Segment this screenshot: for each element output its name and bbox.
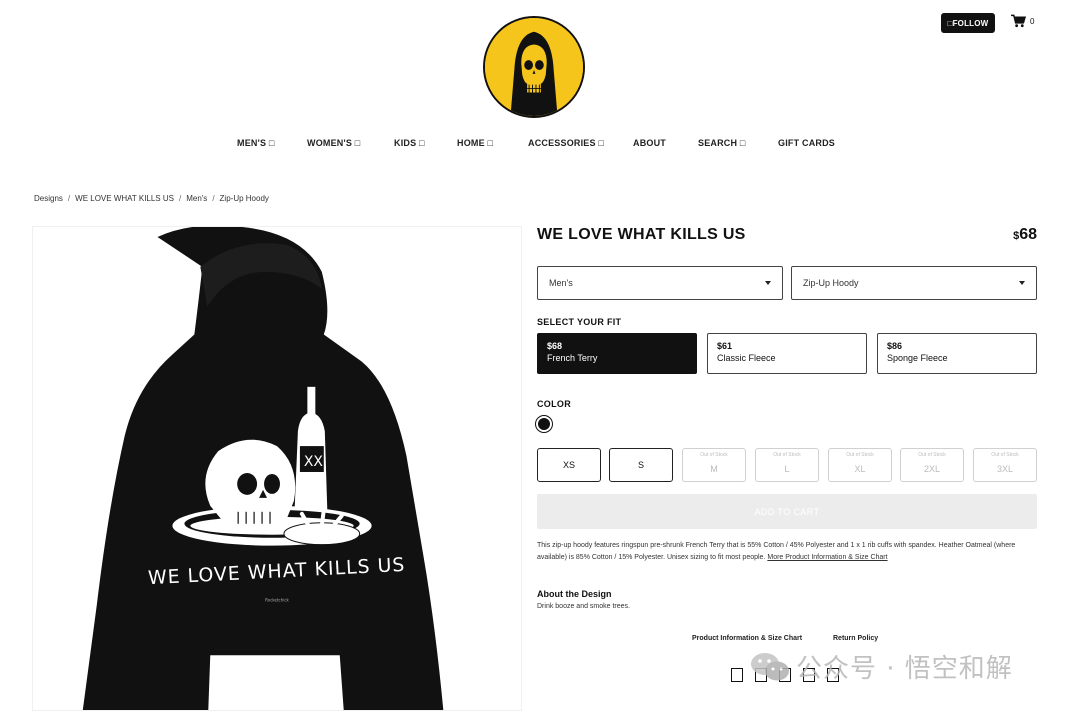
skull-reaper-logo-icon bbox=[485, 18, 583, 116]
breadcrumb: Designs / WE LOVE WHAT KILLS US / Men's / Zip-… bbox=[34, 194, 269, 203]
size-xs[interactable]: XS bbox=[537, 448, 601, 482]
fit-label: SELECT YOUR FIT bbox=[537, 317, 622, 327]
breadcrumb-separator: / bbox=[212, 194, 215, 203]
out-of-stock-label: Out of Stock bbox=[773, 452, 801, 458]
add-to-cart-button[interactable]: ADD TO CART bbox=[537, 494, 1037, 529]
fit-name: Sponge Fleece bbox=[887, 353, 948, 363]
nav-about[interactable]: ABOUT bbox=[633, 138, 666, 148]
size-label: S bbox=[637, 460, 644, 470]
fit-price: $68 bbox=[547, 341, 563, 351]
about-design-text: Drink booze and smoke trees. bbox=[537, 603, 630, 610]
nav-home[interactable]: HOME □ bbox=[457, 138, 493, 148]
wechat-icon bbox=[751, 652, 789, 680]
svg-text:XX: XX bbox=[304, 454, 324, 470]
cart-count: 0 bbox=[1030, 16, 1035, 26]
style-select-value: Zip-Up Hoody bbox=[803, 278, 859, 288]
cart-button[interactable]: 0 bbox=[1011, 14, 1034, 28]
breadcrumb-mens[interactable]: Men's bbox=[186, 194, 207, 203]
size-m[interactable]: Out of Stock M bbox=[682, 448, 746, 482]
fit-option-sponge-fleece[interactable]: $86 Sponge Fleece bbox=[877, 333, 1037, 374]
about-design-title: About the Design bbox=[537, 589, 612, 599]
out-of-stock-label: Out of Stock bbox=[918, 452, 946, 458]
breadcrumb-zip-up-hoody: Zip-Up Hoody bbox=[219, 194, 269, 203]
caret-down-icon bbox=[1019, 281, 1025, 285]
style-select[interactable]: Zip-Up Hoody bbox=[791, 266, 1037, 300]
breadcrumb-separator: / bbox=[67, 194, 71, 203]
breadcrumb-separator: / bbox=[178, 194, 182, 203]
fit-option-french-terry[interactable]: $68 French Terry bbox=[537, 333, 697, 374]
fit-price: $86 bbox=[887, 341, 903, 351]
fit-price: $61 bbox=[717, 341, 733, 351]
nav-search[interactable]: SEARCH □ bbox=[698, 138, 746, 148]
fit-name: French Terry bbox=[547, 353, 598, 363]
product-price: $68 bbox=[1013, 226, 1037, 244]
social-icon[interactable] bbox=[731, 668, 743, 682]
color-label: COLOR bbox=[537, 399, 571, 409]
size-2xl[interactable]: Out of Stock 2XL bbox=[900, 448, 964, 482]
size-xl[interactable]: Out of Stock XL bbox=[828, 448, 892, 482]
size-label: L bbox=[784, 464, 790, 474]
size-label: 3XL bbox=[996, 464, 1013, 474]
product-description: This zip-up hoody features ringspun pre-… bbox=[537, 540, 1037, 564]
size-label: 2XL bbox=[923, 464, 940, 474]
fit-option-classic-fleece[interactable]: $61 Classic Fleece bbox=[707, 333, 867, 374]
gender-select-value: Men's bbox=[549, 278, 573, 288]
gender-select[interactable]: Men's bbox=[537, 266, 783, 300]
nav-mens[interactable]: MEN'S □ bbox=[237, 138, 274, 148]
size-label: XL bbox=[854, 464, 866, 474]
more-info-link[interactable]: More Product Information & Size Chart bbox=[767, 554, 887, 561]
product-image[interactable]: XX WE LOVE WHAT KILLS US Rocketchick bbox=[32, 226, 522, 711]
main-nav: MEN'S □ WOMEN'S □ KIDS □ HOME □ ACCESSOR… bbox=[0, 138, 1080, 150]
product-title: WE LOVE WHAT KILLS US bbox=[537, 226, 746, 243]
out-of-stock-label: Out of Stock bbox=[991, 452, 1019, 458]
store-logo[interactable] bbox=[483, 16, 585, 118]
out-of-stock-label: Out of Stock bbox=[700, 452, 728, 458]
product-info-link[interactable]: Product Information & Size Chart bbox=[692, 635, 802, 642]
hoodie-illustration: XX WE LOVE WHAT KILLS US Rocketchick bbox=[82, 227, 444, 710]
nav-kids[interactable]: KIDS □ bbox=[394, 138, 425, 148]
nav-gift-cards[interactable]: GIFT CARDS bbox=[778, 138, 835, 148]
follow-button[interactable]: □FOLLOW bbox=[941, 13, 995, 33]
price-value: 68 bbox=[1019, 226, 1037, 243]
watermark-text: 公众号 · 悟空和解 bbox=[796, 654, 1013, 684]
color-dot bbox=[538, 418, 550, 430]
watermark: 公众号 · 悟空和解 bbox=[750, 648, 1013, 685]
breadcrumb-design-name[interactable]: WE LOVE WHAT KILLS US bbox=[75, 194, 174, 203]
size-3xl[interactable]: Out of Stock 3XL bbox=[973, 448, 1037, 482]
size-l[interactable]: Out of Stock L bbox=[755, 448, 819, 482]
artwork-signature: Rocketchick bbox=[265, 597, 289, 602]
return-policy-link[interactable]: Return Policy bbox=[833, 635, 878, 642]
size-label: XS bbox=[562, 460, 575, 470]
shopping-cart-icon bbox=[1011, 14, 1026, 28]
nav-accessories[interactable]: ACCESSORIES □ bbox=[528, 138, 604, 148]
color-swatch-black[interactable] bbox=[535, 415, 553, 433]
out-of-stock-label: Out of Stock bbox=[846, 452, 874, 458]
caret-down-icon bbox=[765, 281, 771, 285]
size-label: M bbox=[710, 464, 718, 474]
size-s[interactable]: S bbox=[609, 448, 673, 482]
nav-womens[interactable]: WOMEN'S □ bbox=[307, 138, 360, 148]
breadcrumb-designs[interactable]: Designs bbox=[34, 194, 63, 203]
fit-name: Classic Fleece bbox=[717, 353, 776, 363]
